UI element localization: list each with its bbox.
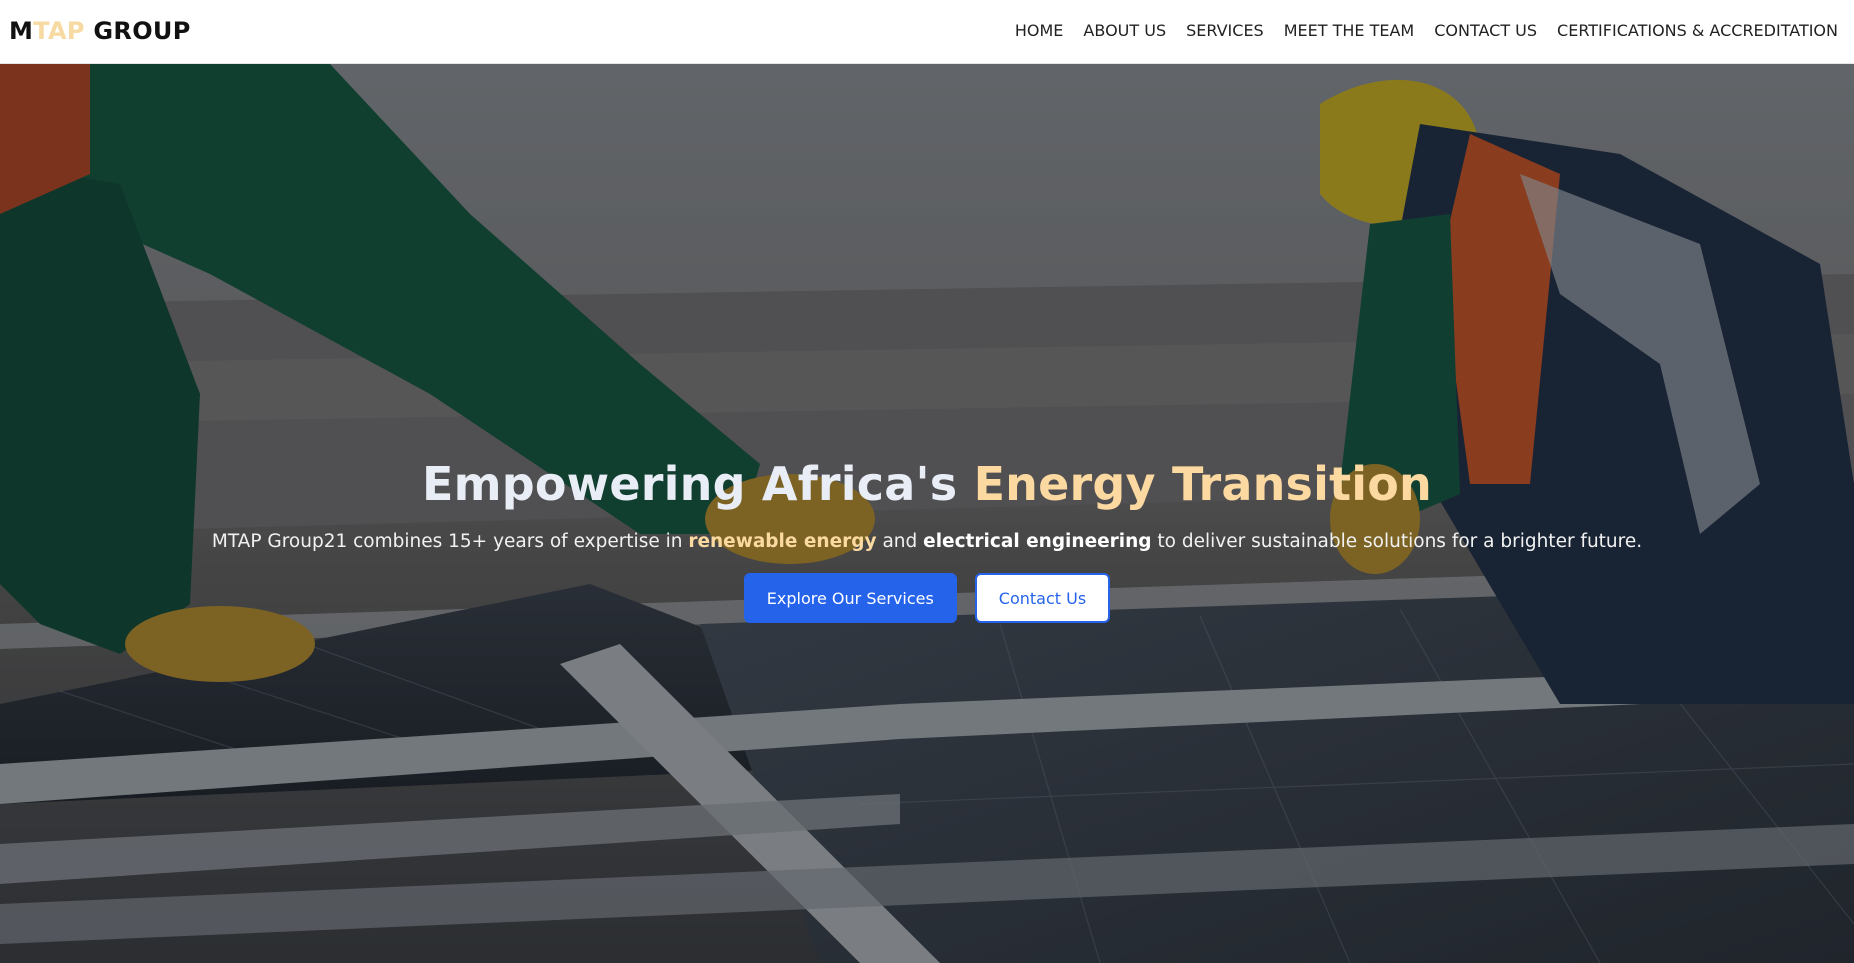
site-logo[interactable]: MTAP GROUP (9, 17, 191, 45)
hero-subtitle-part2: and (876, 531, 924, 552)
contact-us-button[interactable]: Contact Us (974, 573, 1111, 623)
hero-title-main: Empowering Africa's (421, 457, 974, 511)
nav-services[interactable]: SERVICES (1186, 21, 1264, 40)
hero-title: Empowering Africa's Energy Transition (0, 457, 1854, 511)
nav-home[interactable]: HOME (1015, 21, 1064, 40)
hero-subtitle: MTAP Group21 combines 15+ years of exper… (0, 531, 1854, 552)
hero-section: Empowering Africa's Energy Transition MT… (0, 64, 1854, 963)
nav-certifications[interactable]: CERTIFICATIONS & ACCREDITATION (1557, 21, 1838, 40)
top-navbar: MTAP GROUP HOME ABOUT US SERVICES MEET T… (0, 0, 1854, 64)
logo-text-m: M (9, 17, 34, 45)
nav-about-us[interactable]: ABOUT US (1083, 21, 1166, 40)
nav-meet-the-team[interactable]: MEET THE TEAM (1284, 21, 1415, 40)
logo-text-group: GROUP (84, 17, 191, 45)
logo-text-tap: TAP (33, 17, 85, 45)
hero-content: Empowering Africa's Energy Transition MT… (0, 457, 1854, 623)
hero-subtitle-part1: MTAP Group21 combines 15+ years of exper… (211, 531, 689, 552)
hero-cta-row: Explore Our Services Contact Us (0, 573, 1854, 623)
hero-subtitle-electrical-engineering: electrical engineering (923, 531, 1152, 552)
hero-subtitle-renewable-energy: renewable energy (688, 531, 877, 552)
main-navigation: HOME ABOUT US SERVICES MEET THE TEAM CON… (1015, 21, 1838, 40)
hero-subtitle-part3: to deliver sustainable solutions for a b… (1151, 531, 1643, 552)
nav-contact-us[interactable]: CONTACT US (1434, 21, 1537, 40)
explore-services-button[interactable]: Explore Our Services (743, 573, 957, 623)
hero-title-highlight: Energy Transition (973, 457, 1432, 511)
